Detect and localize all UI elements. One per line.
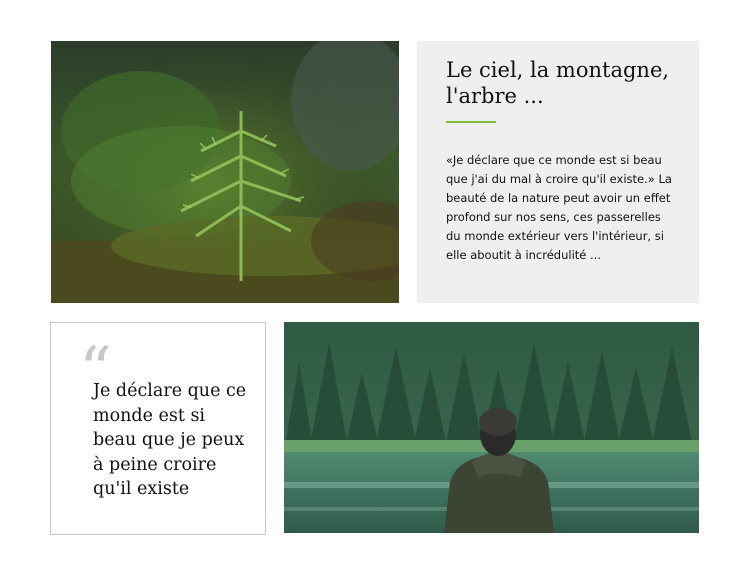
person-by-lake-image xyxy=(284,322,699,533)
section-title: Le ciel, la montagne, l'arbre ... xyxy=(446,58,670,108)
forest-seedling-image xyxy=(51,41,399,303)
intro-panel: Le ciel, la montagne, l'arbre ... «Je dé… xyxy=(417,41,699,303)
title-divider xyxy=(446,121,496,123)
quote-card: “ Je déclare que ce monde est si beau qu… xyxy=(50,322,266,535)
quote-text: Je déclare que ce monde est si beau que … xyxy=(93,381,247,499)
section-body-text: «Je déclare que ce monde est si beau que… xyxy=(446,153,672,262)
